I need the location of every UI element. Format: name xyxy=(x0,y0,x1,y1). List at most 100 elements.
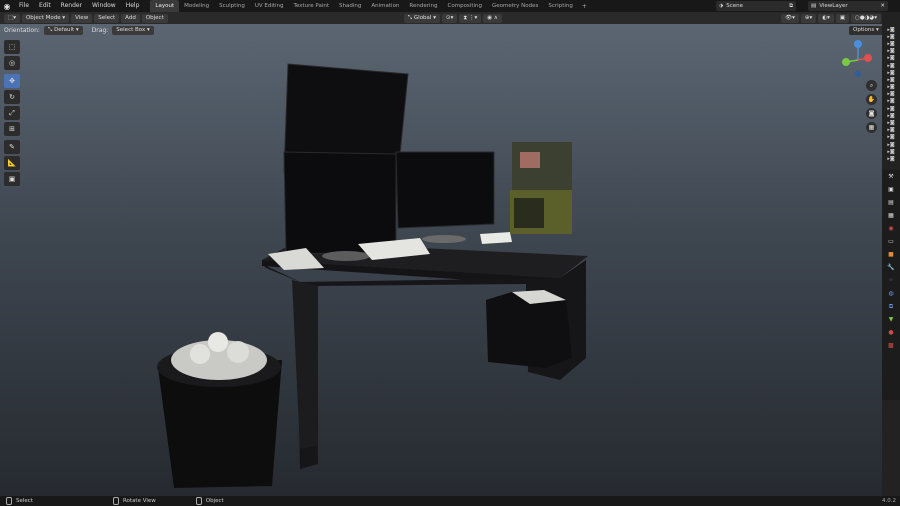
camera-visibility-icon[interactable]: ▸◙ xyxy=(882,48,900,55)
menu-view[interactable]: View xyxy=(71,13,93,23)
output-props-icon[interactable]: ▤ xyxy=(882,196,900,209)
axis-gizmo[interactable] xyxy=(838,38,878,78)
move-tool-icon[interactable]: ✥ xyxy=(4,74,20,88)
view-layer-props-icon[interactable]: ▦ xyxy=(882,209,900,222)
measure-tool-icon[interactable]: 📐 xyxy=(4,156,20,170)
blender-logo-icon[interactable]: ◉ xyxy=(0,2,14,11)
gizmo-icon[interactable]: ⊕▾ xyxy=(800,13,817,23)
workspace-tab-texture-paint[interactable]: Texture Paint xyxy=(289,0,335,12)
object-props-icon[interactable]: ■ xyxy=(882,248,900,261)
visibility-icon[interactable]: 👁▾ xyxy=(781,13,799,23)
data-props-icon[interactable]: ▼ xyxy=(882,313,900,326)
drag-select[interactable]: Select Box ▾ xyxy=(112,25,154,35)
close-icon[interactable]: ✕ xyxy=(880,3,885,9)
camera-visibility-icon[interactable]: ▸◙ xyxy=(882,141,900,148)
scale-tool-icon[interactable]: ⤢ xyxy=(4,106,20,120)
menu-select[interactable]: Select xyxy=(94,13,120,23)
texture-props-icon[interactable]: ▩ xyxy=(882,339,900,352)
camera-visibility-icon[interactable]: ▸◙ xyxy=(882,33,900,40)
options-button[interactable]: Options ▾ xyxy=(849,26,883,35)
menu-add[interactable]: Add xyxy=(121,13,140,23)
orientation-label: Orientation: xyxy=(4,26,40,34)
scene-name: Scene xyxy=(726,3,744,9)
camera-visibility-icon[interactable]: ▸◙ xyxy=(882,127,900,134)
select-box-tool-icon[interactable]: ⬚ xyxy=(4,40,20,54)
3d-viewport[interactable] xyxy=(0,24,882,496)
shading-modes-icon[interactable]: ○●◑◕▾ xyxy=(851,13,881,23)
annotate-tool-icon[interactable]: ✎ xyxy=(4,140,20,154)
constraints-props-icon[interactable]: ⧉ xyxy=(882,300,900,313)
snap-icon[interactable]: ⧗ ⋮▾ xyxy=(459,13,482,23)
menu-help[interactable]: Help xyxy=(121,0,145,12)
workspace-tab-geometry-nodes[interactable]: Geometry Nodes xyxy=(487,0,543,12)
mode-select[interactable]: Object Mode ▾ xyxy=(21,13,70,23)
viewlayer-name: ViewLayer xyxy=(819,3,848,9)
camera-visibility-icon[interactable]: ▸◙ xyxy=(882,26,900,33)
workspace-tab-compositing[interactable]: Compositing xyxy=(443,0,487,12)
world-props-icon[interactable]: ▭ xyxy=(882,235,900,248)
workspace-tab-layout[interactable]: Layout xyxy=(150,0,180,12)
transform-tool-icon[interactable]: ⊞ xyxy=(4,122,20,136)
xray-icon[interactable]: ▣ xyxy=(835,13,850,23)
monitor-left xyxy=(283,151,397,255)
camera-visibility-icon[interactable]: ▸◙ xyxy=(882,98,900,105)
workspace-tab-animation[interactable]: Animation xyxy=(366,0,404,12)
grid-view-icon[interactable]: ▦ xyxy=(866,122,877,133)
menu-window[interactable]: Window xyxy=(87,0,121,12)
camera-visibility-icon[interactable]: ▸◙ xyxy=(882,84,900,91)
copy-icon[interactable]: ⧉ xyxy=(789,3,793,10)
pan-hand-icon[interactable]: ✋ xyxy=(866,94,877,105)
monitor-right xyxy=(395,151,495,229)
properties-tabs: ⚒ ▣ ▤ ▦ ◉ ▭ ■ 🔧 ⁘ ◍ ⧉ ▼ ● ▩ xyxy=(882,170,900,400)
tool-props-icon[interactable]: ⚒ xyxy=(882,170,900,183)
pivot-point-icon[interactable]: ⊙▾ xyxy=(441,13,458,23)
camera-visibility-icon[interactable]: ▸◙ xyxy=(882,62,900,69)
camera-visibility-icon[interactable]: ▸◙ xyxy=(882,55,900,62)
camera-icon[interactable]: ◙ xyxy=(866,108,877,119)
add-workspace-icon[interactable]: + xyxy=(578,3,591,10)
cursor-tool-icon[interactable]: ◎ xyxy=(4,56,20,70)
workspace-tab-uv-editing[interactable]: UV Editing xyxy=(250,0,289,12)
add-cube-tool-icon[interactable]: ▣ xyxy=(4,172,20,186)
drag-label: Drag: xyxy=(91,26,109,34)
scene-selector[interactable]: ⬗ Scene ⧉ xyxy=(716,1,796,11)
viewlayer-selector[interactable]: ▤ ViewLayer ✕ xyxy=(808,1,888,11)
zoom-icon[interactable]: ⌕ xyxy=(866,80,877,91)
camera-visibility-icon[interactable]: ▸◙ xyxy=(882,105,900,112)
workspace-tab-rendering[interactable]: Rendering xyxy=(404,0,442,12)
version-label: 4.0.2 xyxy=(882,498,896,504)
camera-visibility-icon[interactable]: ▸◙ xyxy=(882,76,900,83)
camera-visibility-icon[interactable]: ▸◙ xyxy=(882,69,900,76)
workspace-tab-modeling[interactable]: Modeling xyxy=(179,0,214,12)
editor-type-icon[interactable]: ⬚▾ xyxy=(4,13,20,23)
workspace-tab-sculpting[interactable]: Sculpting xyxy=(214,0,250,12)
scene-props-icon[interactable]: ◉ xyxy=(882,222,900,235)
menu-file[interactable]: File xyxy=(14,0,34,12)
transform-orientation-select[interactable]: ⤡ Global ▾ xyxy=(403,13,440,23)
floor-box xyxy=(486,292,572,368)
menu-edit[interactable]: Edit xyxy=(34,0,56,12)
particles-props-icon[interactable]: ⁘ xyxy=(882,274,900,287)
material-props-icon[interactable]: ● xyxy=(882,326,900,339)
camera-visibility-icon[interactable]: ▸◙ xyxy=(882,112,900,119)
camera-visibility-icon[interactable]: ▸◙ xyxy=(882,134,900,141)
mouse-left-icon xyxy=(6,497,12,505)
status-bar: Select Rotate View Object 4.0.2 xyxy=(0,496,900,506)
menu-render[interactable]: Render xyxy=(56,0,87,12)
proportional-edit-icon[interactable]: ◉ ∧ xyxy=(483,13,502,23)
camera-visibility-icon[interactable]: ▸◙ xyxy=(882,155,900,162)
menu-object[interactable]: Object xyxy=(141,13,168,23)
viewport-header: ⬚▾ Object Mode ▾ View Select Add Object … xyxy=(0,12,882,24)
orientation-select[interactable]: ⤡ Default ▾ xyxy=(43,25,83,35)
camera-visibility-icon[interactable]: ▸◙ xyxy=(882,40,900,47)
camera-visibility-icon[interactable]: ▸◙ xyxy=(882,91,900,98)
workspace-tab-shading[interactable]: Shading xyxy=(334,0,366,12)
modifier-props-icon[interactable]: 🔧 xyxy=(882,261,900,274)
camera-visibility-icon[interactable]: ▸◙ xyxy=(882,148,900,155)
physics-props-icon[interactable]: ◍ xyxy=(882,287,900,300)
overlay-icon[interactable]: ◐▾ xyxy=(818,13,834,23)
workspace-tab-scripting[interactable]: Scripting xyxy=(543,0,577,12)
camera-visibility-icon[interactable]: ▸◙ xyxy=(882,119,900,126)
render-props-icon[interactable]: ▣ xyxy=(882,183,900,196)
rotate-tool-icon[interactable]: ↻ xyxy=(4,90,20,104)
